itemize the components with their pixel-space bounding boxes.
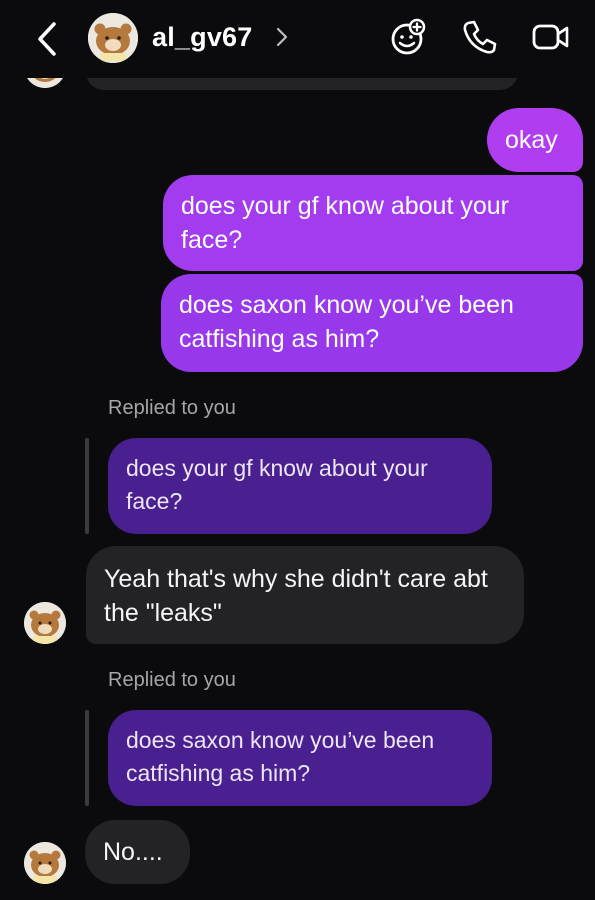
reply-indicator-bar [85,710,89,806]
received-message[interactable]: No.... [85,820,190,884]
message-text: does saxon know you’ve been catfishing a… [179,291,514,353]
reply-indicator-bar [85,438,89,534]
sent-message[interactable]: okay [487,108,583,172]
quoted-text: does your gf know about your face? [126,455,428,514]
chevron-right-icon[interactable] [274,24,290,50]
sent-message[interactable]: does your gf know about your face? [163,175,583,271]
message-text: okay [505,126,558,154]
back-arrow-icon[interactable] [34,20,60,58]
contact-username[interactable]: al_gv67 [152,22,252,53]
message-text: does your gf know about your face? [181,192,509,254]
sticker-icon[interactable] [386,16,428,58]
video-icon[interactable] [530,16,572,58]
received-message[interactable]: Yeah that's why she didn't care abt the … [86,546,524,644]
message-text: Yeah that's why she didn't care abt the … [104,565,488,627]
quoted-message[interactable]: does saxon know you’ve been catfishing a… [108,710,492,806]
quoted-text: does saxon know you’ve been catfishing a… [126,727,435,786]
avatar[interactable] [88,13,138,63]
chat-header: al_gv67 [0,0,595,78]
message-text: No.... [103,838,163,866]
reply-label: Replied to you [108,669,236,691]
avatar [24,842,66,884]
sent-message[interactable]: does saxon know you’ve been catfishing a… [161,274,583,372]
quoted-message[interactable]: does your gf know about your face? [108,438,492,534]
reply-label: Replied to you [108,397,236,419]
phone-icon[interactable] [458,16,500,58]
avatar [24,602,66,644]
